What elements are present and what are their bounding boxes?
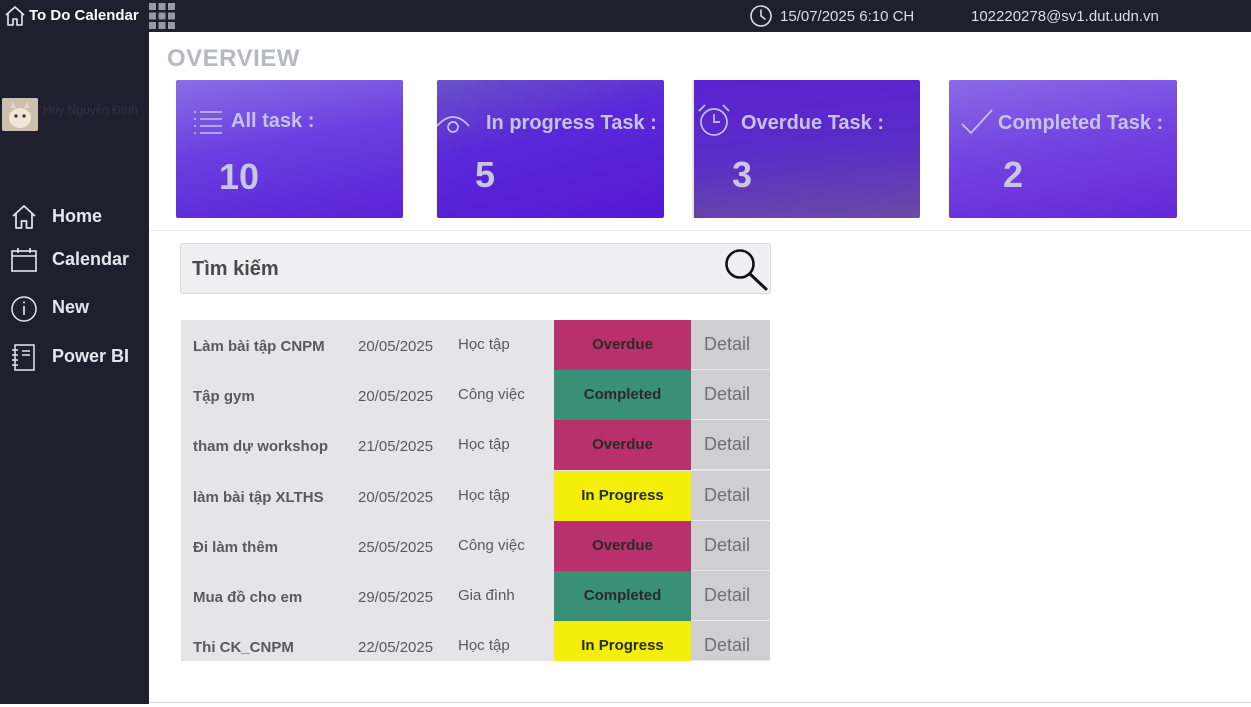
table-row[interactable]: làm bài tập XLTHS 20/05/2025 Học tập In …: [181, 471, 770, 521]
detail-button[interactable]: Detail: [691, 370, 770, 420]
nav-label-new: New: [52, 297, 90, 317]
task-category: Công việc: [458, 537, 525, 554]
eye-icon: [437, 116, 470, 133]
user-email: 102220278@sv1.dut.udn.vn: [971, 8, 1159, 25]
status-badge: Overdue: [554, 521, 691, 571]
task-category: Học tập: [458, 637, 510, 654]
notebook-icon: [12, 344, 35, 371]
status-badge: In Progress: [554, 471, 691, 521]
nav-item-new[interactable]: New: [0, 288, 149, 328]
avatar-image: [2, 98, 38, 131]
table-row[interactable]: Mua đồ cho em 29/05/2025 Gia đình Comple…: [181, 571, 770, 621]
search-icon[interactable]: [722, 247, 770, 291]
task-name: Mua đồ cho em: [193, 589, 303, 606]
status-badge: Completed: [554, 370, 691, 420]
task-date: 20/05/2025: [358, 489, 434, 506]
table-row[interactable]: Làm bài tập CNPM 20/05/2025 Học tập Over…: [181, 320, 770, 370]
app-grid-icon[interactable]: [148, 2, 176, 30]
table-row[interactable]: Đi làm thêm 25/05/2025 Công việc Overdue…: [181, 521, 770, 571]
task-category: Học tập: [458, 336, 510, 353]
detail-label: Detail: [704, 535, 751, 555]
task-name: Đi làm thêm: [193, 539, 279, 556]
clock-icon: [750, 5, 772, 27]
task-category: Gia đình: [458, 587, 515, 604]
card-label: Overdue Task :: [741, 112, 885, 134]
task-date: 29/05/2025: [358, 589, 434, 606]
status-badge: In Progress: [554, 621, 691, 661]
detail-label: Detail: [704, 334, 751, 354]
task-category: Học tập: [458, 487, 510, 504]
search-box[interactable]: [180, 243, 771, 294]
task-category: Học tập: [458, 436, 510, 453]
check-icon: [961, 109, 993, 135]
task-date: 20/05/2025: [358, 338, 434, 355]
task-name: Làm bài tập CNPM: [193, 338, 325, 355]
card-value: 10: [219, 156, 260, 197]
task-date: 25/05/2025: [358, 539, 434, 556]
calendar-icon: [11, 248, 37, 272]
user-name: Huy Nguyễn Đình: [43, 103, 138, 117]
list-icon: [194, 111, 222, 134]
task-name: Tập gym: [193, 388, 255, 405]
card-label: Completed Task :: [998, 112, 1164, 134]
card-label: In progress Task :: [486, 112, 657, 134]
detail-button[interactable]: Detail: [691, 621, 770, 661]
detail-button[interactable]: Detail: [691, 571, 770, 621]
card-in-progress[interactable]: In progress Task : 5: [437, 80, 664, 218]
task-table: Làm bài tập CNPM 20/05/2025 Học tập Over…: [181, 320, 770, 661]
task-name: tham dự workshop: [193, 438, 329, 455]
table-row[interactable]: Tập gym 20/05/2025 Công việc Completed D…: [181, 370, 770, 420]
nav-item-power-bi[interactable]: Power BI: [0, 337, 149, 377]
top-bar: To Do Calendar 15/07/2025 6:10 CH 102220…: [0, 0, 1251, 32]
avatar[interactable]: [2, 98, 38, 131]
card-completed[interactable]: Completed Task : 2: [949, 80, 1177, 218]
nav-label-power-bi: Power BI: [52, 346, 130, 366]
nav-label-calendar: Calendar: [52, 249, 130, 269]
detail-button[interactable]: Detail: [691, 420, 770, 470]
task-date: 22/05/2025: [358, 639, 434, 656]
card-all-tasks[interactable]: All task : 10: [176, 80, 403, 218]
bottom-border: [149, 702, 1251, 703]
card-value: 5: [475, 154, 496, 195]
card-overdue[interactable]: Overdue Task : 3: [692, 80, 920, 218]
nav-item-calendar[interactable]: Calendar: [0, 240, 149, 280]
task-name: làm bài tập XLTHS: [193, 489, 324, 506]
detail-button[interactable]: Detail: [691, 471, 770, 521]
detail-label: Detail: [704, 635, 751, 655]
current-datetime: 15/07/2025 6:10 CH: [780, 8, 915, 25]
detail-label: Detail: [704, 384, 751, 404]
info-icon: [11, 296, 37, 322]
nav-item-home[interactable]: Home: [0, 197, 149, 237]
table-row[interactable]: tham dự workshop 21/05/2025 Học tập Over…: [181, 420, 770, 470]
card-value: 2: [1003, 154, 1024, 195]
detail-label: Detail: [704, 434, 751, 454]
home-icon[interactable]: [3, 4, 27, 28]
detail-button[interactable]: Detail: [691, 521, 770, 571]
detail-button[interactable]: Detail: [691, 320, 770, 370]
task-date: 20/05/2025: [358, 388, 434, 405]
card-label: All task :: [231, 110, 315, 132]
card-value: 3: [732, 154, 753, 195]
status-badge: Overdue: [554, 420, 691, 470]
alarm-clock-icon: [698, 104, 730, 136]
task-category: Công việc: [458, 386, 525, 403]
status-badge: Completed: [554, 571, 691, 621]
task-name: Thi CK_CNPM: [193, 639, 294, 656]
app-title: To Do Calendar: [29, 7, 139, 24]
home-icon: [12, 205, 36, 229]
section-divider: [149, 230, 1251, 231]
detail-label: Detail: [704, 485, 751, 505]
page-title: OVERVIEW: [167, 45, 300, 72]
search-input[interactable]: [192, 255, 692, 283]
status-badge: Overdue: [554, 320, 691, 370]
table-row[interactable]: Thi CK_CNPM 22/05/2025 Học tập In Progre…: [181, 621, 770, 661]
task-date: 21/05/2025: [358, 438, 434, 455]
nav-label-home: Home: [52, 206, 103, 226]
detail-label: Detail: [704, 585, 751, 605]
